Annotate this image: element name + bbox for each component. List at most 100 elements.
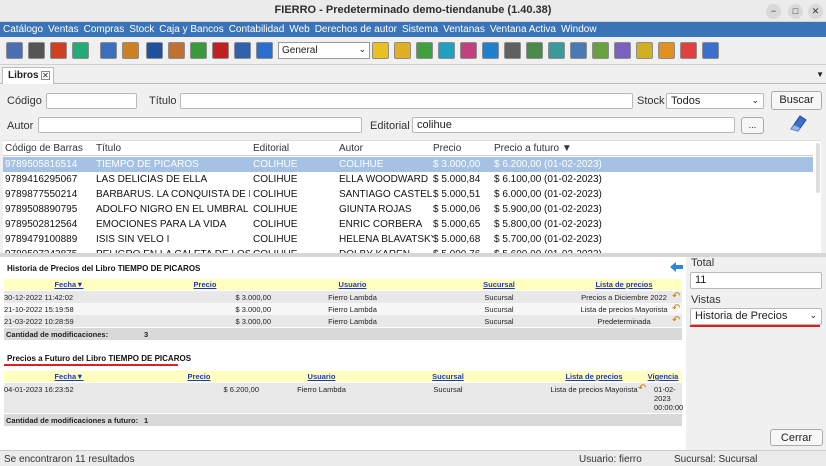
autor-input[interactable] (38, 117, 362, 133)
toolbar-icon-button[interactable] (570, 42, 587, 59)
sort-link[interactable]: Usuario (274, 280, 431, 289)
menu-derechos-de-autor[interactable]: Derechos de autor (312, 22, 399, 35)
table-row[interactable]: 9789508890795 ADOLFO NIGRO EN EL UMBRAL D… (3, 202, 813, 217)
sort-link[interactable]: Fecha▼ (4, 280, 134, 289)
sort-link[interactable]: Fecha▼ (4, 372, 134, 381)
status-user: Usuario: fierro (579, 454, 642, 465)
editorial-browse-button[interactable]: ... (741, 117, 764, 134)
table-cell: ELLA WOODWARD (339, 174, 429, 185)
buscar-button[interactable]: Buscar (771, 91, 822, 110)
table-cell: ADOLFO NIGRO EN EL UMBRAL D... (96, 204, 250, 215)
toolbar-icon-button[interactable] (212, 42, 229, 59)
toolbar-icon-button[interactable] (50, 42, 67, 59)
table-row[interactable]: 9789877550214 BARBARUS. LA CONQUISTA DE R… (3, 187, 813, 202)
menu-caja-y-bancos[interactable]: Caja y Bancos (156, 22, 225, 35)
toolbar-icon-button[interactable] (526, 42, 543, 59)
restore-price-icon[interactable]: ↶ (672, 315, 680, 326)
menu-compras[interactable]: Compras (81, 22, 127, 35)
toolbar-icon-button[interactable] (482, 42, 499, 59)
table-cell: SANTIAGO CASTEL... (339, 189, 433, 200)
restore-price-icon[interactable]: ↶ (672, 291, 680, 302)
report-row: 30-12-2022 11:42:02 $ 3.000,00 Fierro Lamb… (4, 291, 682, 303)
menu-stock[interactable]: Stock (126, 22, 156, 35)
close-tab-icon[interactable]: ✕ (41, 71, 50, 80)
toolbar-icon-button[interactable] (146, 42, 163, 59)
toolbar-icon-button[interactable] (72, 42, 89, 59)
table-cell: $ 5.700,00 (01-02-2023) (494, 234, 602, 245)
toolbar-icon-button[interactable] (168, 42, 185, 59)
sort-link[interactable]: Precio (139, 372, 259, 381)
toolbar-icon-button[interactable] (122, 42, 139, 59)
table-row[interactable]: 9789502812564 EMOCIONES PARA LA VIDA COLIH… (3, 217, 813, 232)
menu-web[interactable]: Web (286, 22, 311, 35)
restore-price-icon[interactable]: ↶ (638, 383, 646, 394)
menu-window[interactable]: Window (558, 22, 599, 35)
eraser-icon[interactable] (788, 113, 808, 133)
table-row[interactable]: 9789505816514 TIEMPO DE PICAROS COLIHUE COL… (3, 157, 813, 172)
toolbar-icon-button[interactable] (548, 42, 565, 59)
menu-ventanas[interactable]: Ventanas (440, 22, 487, 35)
toolbar-icon-button[interactable] (680, 42, 697, 59)
report-cell: 01-02-2023 00:00:00 (654, 385, 684, 412)
toolbar-icon-button[interactable] (592, 42, 609, 59)
toolbar-icon-button[interactable] (190, 42, 207, 59)
close-window-button[interactable]: ✕ (808, 4, 823, 19)
restore-price-icon[interactable]: ↶ (672, 303, 680, 314)
table-row[interactable]: 9789479100889 ISIS SIN VELO I COLIHUE HELEN… (3, 232, 813, 247)
toolbar-icon-button[interactable] (6, 42, 23, 59)
col-codigo[interactable]: Código de Barras (5, 143, 95, 154)
col-precio[interactable]: Precio (433, 143, 493, 154)
toolbar-icon-button[interactable] (416, 42, 433, 59)
col-editorial[interactable]: Editorial (253, 143, 336, 154)
minimize-button[interactable]: − (766, 4, 781, 19)
table-row[interactable]: 9789416295067 LAS DELICIAS DE ELLA COLIHUE… (3, 172, 813, 187)
status-branch: Sucursal: Sucursal (674, 454, 758, 465)
toolbar-icon-button[interactable] (256, 42, 273, 59)
scrollbar-track[interactable] (816, 143, 820, 193)
chevron-down-icon: ⌄ (358, 44, 366, 54)
codigo-input[interactable] (46, 93, 137, 109)
toolbar-icon-button[interactable] (372, 42, 389, 59)
toolbar-icon-button[interactable] (394, 42, 411, 59)
menu-catalogo[interactable]: Catálogo (0, 22, 45, 35)
table-cell: ENRIC CORBERA (339, 219, 423, 230)
toolbar-icon-button[interactable] (438, 42, 455, 59)
toolbar-icon-button[interactable] (614, 42, 631, 59)
toolbar-icon-button[interactable] (504, 42, 521, 59)
stock-select[interactable]: Todos ⌄ (666, 93, 764, 109)
back-arrow-icon[interactable] (670, 261, 684, 273)
table-cell: $ 6.200,00 (01-02-2023) (494, 159, 602, 170)
toolbar-icon-button[interactable] (658, 42, 675, 59)
toolbar: General ⌄ (0, 37, 826, 65)
menu-sistema[interactable]: Sistema (399, 22, 440, 35)
menu-ventas[interactable]: Ventas (45, 22, 81, 35)
toolbar-icon-button[interactable] (234, 42, 251, 59)
col-precio-futuro[interactable]: Precio a futuro ▼ (494, 143, 634, 154)
col-autor[interactable]: Autor (339, 143, 433, 154)
report-cell: Lista de precios Mayorista (580, 305, 668, 314)
menu-ventana-activa[interactable]: Ventana Activa (487, 22, 558, 35)
table-cell: $ 5.000,65 (433, 219, 481, 230)
col-titulo[interactable]: Título (96, 143, 250, 154)
sort-link[interactable]: Sucursal (384, 372, 512, 381)
toolbar-icon-button[interactable] (100, 42, 117, 59)
sort-link[interactable]: Vigencia (644, 372, 682, 381)
editorial-input[interactable]: colihue (412, 117, 735, 133)
toolbar-icon-button[interactable] (702, 42, 719, 59)
vistas-select[interactable]: Historia de Precios ⌄ (690, 308, 822, 325)
tab-list-icon[interactable]: ▼ (816, 70, 824, 79)
menu-bar: Catálogo Ventas Compras Stock Caja y Bancos C… (0, 22, 826, 37)
cerrar-button[interactable]: Cerrar (770, 429, 823, 446)
toolbar-icon-button[interactable] (28, 42, 45, 59)
sort-link[interactable]: Lista de precios (539, 280, 709, 289)
titulo-input[interactable] (180, 93, 633, 109)
editorial-label: Editorial (370, 120, 410, 132)
menu-contabilidad[interactable]: Contabilidad (226, 22, 287, 35)
sort-link[interactable]: Precio (139, 280, 271, 289)
tab-libros[interactable]: Libros ✕ (2, 67, 54, 84)
sort-link[interactable]: Usuario (264, 372, 379, 381)
toolbar-icon-button[interactable] (460, 42, 477, 59)
toolbar-icon-button[interactable] (636, 42, 653, 59)
toolbar-profile-combo[interactable]: General ⌄ (278, 42, 370, 59)
maximize-button[interactable]: □ (788, 4, 803, 19)
